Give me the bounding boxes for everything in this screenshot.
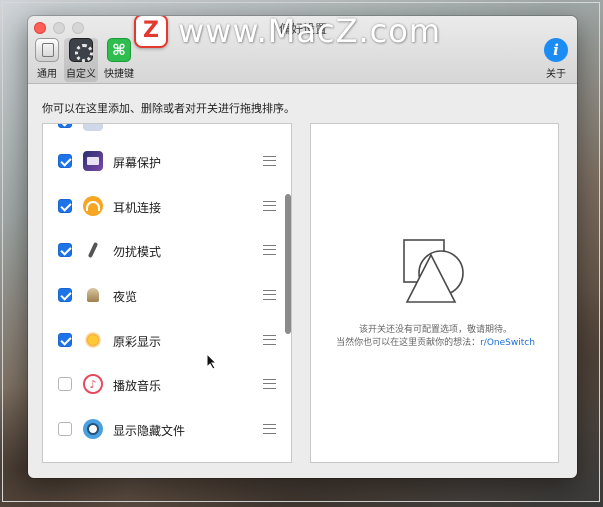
list-item-label: 夜览 <box>113 290 138 304</box>
list-item-headphones[interactable]: 耳机连接 <box>43 187 291 227</box>
command-key-icon: ⌘ <box>107 38 131 62</box>
tab-customize[interactable]: 自定义 <box>64 38 98 82</box>
screensaver-icon <box>83 151 103 171</box>
drag-handle-icon[interactable] <box>263 201 276 211</box>
true-tone-icon <box>83 330 103 350</box>
list-item-night-shift[interactable]: 夜览 <box>43 276 291 316</box>
drag-handle-icon[interactable] <box>263 290 276 300</box>
list-item-label: 显示隐藏文件 <box>113 424 186 438</box>
switch-list[interactable]: 屏幕保护 耳机连接 勿扰模式 夜览 原彩显示 ♪ 播放音乐 显示隐藏文件 <box>42 123 292 463</box>
drag-handle-icon[interactable] <box>263 424 276 434</box>
list-checkbox[interactable] <box>58 377 72 391</box>
list-item-label: 耳机连接 <box>113 201 162 215</box>
hidden-files-icon <box>83 419 103 439</box>
drag-handle-icon[interactable] <box>263 245 276 255</box>
tab-about-label: 关于 <box>546 69 566 80</box>
tab-general-label: 通用 <box>37 69 57 80</box>
detail-contribute: 当然你也可以在这里贡献你的想法：r/OneSwitch <box>311 335 560 348</box>
list-checkbox[interactable] <box>58 124 72 128</box>
list-item-label: 勿扰模式 <box>113 245 162 259</box>
list-checkbox[interactable] <box>58 333 72 347</box>
mouse-cursor-icon <box>206 353 218 369</box>
window-title: 偏好设置 <box>278 22 327 36</box>
night-shift-icon <box>83 285 103 305</box>
contribute-prefix: 当然你也可以在这里贡献你的想法： <box>336 338 481 348</box>
list-item-hidden-files[interactable]: 显示隐藏文件 <box>43 410 291 450</box>
tab-shortcuts-label: 快捷键 <box>104 69 134 80</box>
music-icon: ♪ <box>83 374 103 394</box>
list-checkbox[interactable] <box>58 243 72 257</box>
list-item-music[interactable]: ♪ 播放音乐 <box>43 365 291 405</box>
drag-handle-icon[interactable] <box>263 379 276 389</box>
toolbar: 偏好设置 通用 自定义 ⌘ 快捷键 i 关于 Z www.MacZ.com <box>28 16 577 84</box>
minimize-window-button[interactable] <box>53 22 65 34</box>
list-checkbox[interactable] <box>58 422 72 436</box>
do-not-disturb-icon <box>83 240 103 260</box>
list-item-partial[interactable] <box>43 124 291 142</box>
list-item-label: 播放音乐 <box>113 379 162 393</box>
tab-about[interactable]: i 关于 <box>541 38 571 82</box>
list-item-label: 原彩显示 <box>113 335 162 349</box>
customize-icon <box>69 38 93 62</box>
drag-handle-icon[interactable] <box>263 335 276 345</box>
list-item-dnd[interactable]: 勿扰模式 <box>43 231 291 271</box>
list-item-screensaver[interactable]: 屏幕保护 <box>43 142 291 182</box>
list-item-label: 屏幕保护 <box>113 156 162 170</box>
zoom-window-button[interactable] <box>72 22 84 34</box>
tab-shortcuts[interactable]: ⌘ 快捷键 <box>102 38 136 82</box>
list-checkbox[interactable] <box>58 199 72 213</box>
preferences-window: 偏好设置 通用 自定义 ⌘ 快捷键 i 关于 Z www.MacZ.com 你可… <box>28 16 577 478</box>
general-settings-icon <box>35 38 59 62</box>
intro-text: 你可以在这里添加、删除或者对开关进行拖拽排序。 <box>42 102 295 115</box>
placeholder-shapes-icon <box>403 239 464 303</box>
list-checkbox[interactable] <box>58 154 72 168</box>
tab-customize-label: 自定义 <box>66 69 96 80</box>
list-item-true-tone[interactable]: 原彩显示 <box>43 321 291 361</box>
oneswitch-link[interactable]: r/OneSwitch <box>480 338 535 348</box>
detail-message: 该开关还没有可配置选项，敬请期待。 <box>358 325 512 335</box>
detail-panel: 该开关还没有可配置选项，敬请期待。 当然你也可以在这里贡献你的想法：r/OneS… <box>310 123 559 463</box>
partial-item-icon <box>83 124 103 131</box>
tab-general[interactable]: 通用 <box>32 38 62 82</box>
watermark-logo: Z <box>134 16 168 48</box>
info-icon: i <box>544 38 568 62</box>
close-window-button[interactable] <box>34 22 46 34</box>
headphones-icon <box>83 196 103 216</box>
list-scrollbar[interactable] <box>285 194 291 334</box>
drag-handle-icon[interactable] <box>263 156 276 166</box>
list-checkbox[interactable] <box>58 288 72 302</box>
